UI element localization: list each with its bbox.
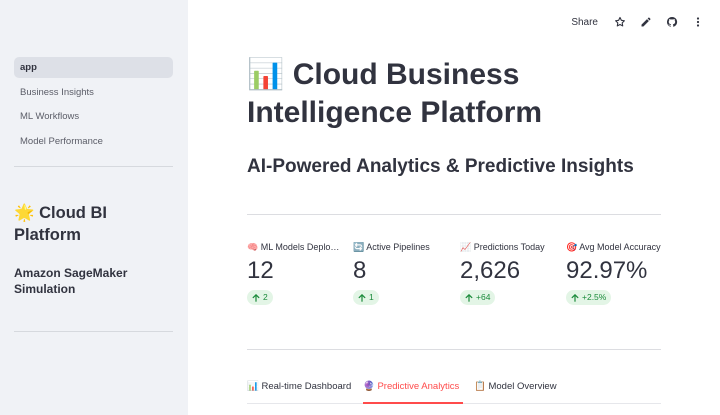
metric-delta: +2.5% xyxy=(566,290,612,305)
tab-bar: 📊 Real-time Dashboard 🔮 Predictive Analy… xyxy=(247,378,661,404)
share-button[interactable]: Share xyxy=(571,17,598,28)
divider xyxy=(247,214,661,215)
sidebar-divider xyxy=(14,331,173,332)
metric-delta: +64 xyxy=(460,290,496,305)
metric-value: 2,626 xyxy=(460,257,521,284)
metric-avg-model-accuracy: 🎯 Avg Model Accuracy 92.97% +2.5% xyxy=(566,240,662,307)
page-title: 📊 Cloud Business Intelligence Platform xyxy=(247,58,543,129)
sidebar-item-business-insights[interactable]: Business Insights xyxy=(14,82,173,103)
pencil-icon[interactable] xyxy=(638,14,654,30)
more-vertical-icon[interactable] xyxy=(690,14,706,30)
metric-label: 🎯 Avg Model Accuracy xyxy=(566,242,661,252)
metric-delta-value: +2.5% xyxy=(582,292,607,302)
arrow-up-icon xyxy=(358,293,366,302)
star-icon[interactable] xyxy=(612,14,628,30)
metrics-row: 🧠 ML Models Deployed 12 2 🔄 Active Pipel… xyxy=(247,240,661,315)
sidebar-item-model-performance[interactable]: Model Performance xyxy=(14,131,173,152)
arrow-up-icon xyxy=(571,293,579,302)
sidebar-nav: app Business Insights ML Workflows Model… xyxy=(14,57,173,155)
sidebar-item-app[interactable]: app xyxy=(14,57,173,78)
tab-model-overview[interactable]: 📋 Model Overview xyxy=(474,378,557,404)
sidebar-subtitle: Amazon SageMaker Simulation xyxy=(14,266,128,296)
metric-active-pipelines: 🔄 Active Pipelines 8 1 xyxy=(353,240,449,307)
metric-label: 🔄 Active Pipelines xyxy=(353,242,430,252)
tab-real-time-dashboard[interactable]: 📊 Real-time Dashboard xyxy=(247,378,351,404)
app-toolbar: Share xyxy=(571,12,706,32)
metric-predictions-today: 📈 Predictions Today 2,626 +64 xyxy=(460,240,556,307)
metric-delta: 2 xyxy=(247,290,273,305)
metric-label: 📈 Predictions Today xyxy=(460,242,545,252)
divider xyxy=(247,349,661,350)
arrow-up-icon xyxy=(252,293,260,302)
metric-ml-models-deployed: 🧠 ML Models Deployed 12 2 xyxy=(247,240,343,307)
metric-delta-value: 2 xyxy=(263,292,268,302)
metric-delta-value: +64 xyxy=(476,292,491,302)
active-tab-indicator xyxy=(363,402,463,404)
tab-predictive-analytics[interactable]: 🔮 Predictive Analytics xyxy=(363,378,459,404)
metric-label: 🧠 ML Models Deployed xyxy=(247,242,343,252)
metric-value: 8 xyxy=(353,257,367,284)
arrow-up-icon xyxy=(465,293,473,302)
page-subtitle: AI-Powered Analytics & Predictive Insigh… xyxy=(247,156,634,177)
sidebar-title: 🌟 Cloud BI Platform xyxy=(14,204,107,244)
metric-delta: 1 xyxy=(353,290,379,305)
sidebar: app Business Insights ML Workflows Model… xyxy=(0,0,188,415)
metric-delta-value: 1 xyxy=(369,292,374,302)
sidebar-item-ml-workflows[interactable]: ML Workflows xyxy=(14,106,173,127)
github-icon[interactable] xyxy=(664,14,680,30)
sidebar-divider xyxy=(14,166,173,167)
metric-value: 92.97% xyxy=(566,257,648,284)
metric-value: 12 xyxy=(247,257,274,284)
